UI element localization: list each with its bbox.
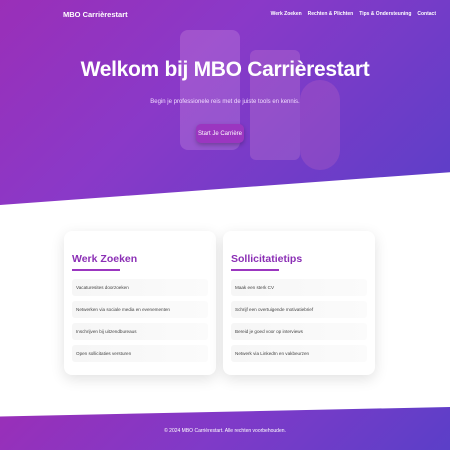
hero-background-image: [150, 20, 360, 190]
nav-link-werk-zoeken[interactable]: Werk Zoeken: [271, 11, 302, 17]
list-item[interactable]: Schrijf een overtuigende motivatiebrief: [231, 301, 367, 318]
footer-copyright: © 2024 MBO Carrièrestart. Alle rechten v…: [164, 428, 286, 434]
list-item[interactable]: Bereid je goed voor op interviews: [231, 323, 367, 340]
start-career-button[interactable]: Start Je Carrière: [196, 124, 244, 143]
card-sollicitatietips: Sollicitatietips Maak een sterk CV Schri…: [223, 231, 375, 375]
navbar: MBO Carrièrestart Werk Zoeken Rechten & …: [0, 0, 450, 28]
nav-link-rechten-plichten[interactable]: Rechten & Plichten: [308, 11, 354, 17]
list-item[interactable]: Vacaturesites doorzoeken: [72, 279, 208, 296]
card-title: Sollicitatietips: [231, 253, 303, 265]
hero-section: MBO Carrièrestart Werk Zoeken Rechten & …: [0, 0, 450, 205]
card-title-underline: [231, 269, 279, 271]
list-item[interactable]: Inschrijven bij uitzendbureaus: [72, 323, 208, 340]
hero-title: Welkom bij MBO Carrièrestart: [80, 58, 370, 81]
hero-subtitle: Begin je professionele reis met de juist…: [150, 99, 300, 105]
nav-links: Werk Zoeken Rechten & Plichten Tips & On…: [271, 11, 436, 17]
list-item[interactable]: Maak een sterk CV: [231, 279, 367, 296]
card-title: Werk Zoeken: [72, 253, 138, 265]
card-title-underline: [72, 269, 120, 271]
brand-logo[interactable]: MBO Carrièrestart: [63, 10, 128, 19]
nav-link-contact[interactable]: Contact: [417, 11, 436, 17]
footer: © 2024 MBO Carrièrestart. Alle rechten v…: [0, 407, 450, 450]
card-werk-zoeken: Werk Zoeken Vacaturesites doorzoeken Net…: [64, 231, 216, 375]
list-item[interactable]: Open sollicitaties versturen: [72, 345, 208, 362]
nav-link-tips-ondersteuning[interactable]: Tips & Ondersteuning: [359, 11, 411, 17]
list-item[interactable]: Netwerken via sociale media en evenement…: [72, 301, 208, 318]
list-item[interactable]: Netwerk via LinkedIn en vakbeurzen: [231, 345, 367, 362]
